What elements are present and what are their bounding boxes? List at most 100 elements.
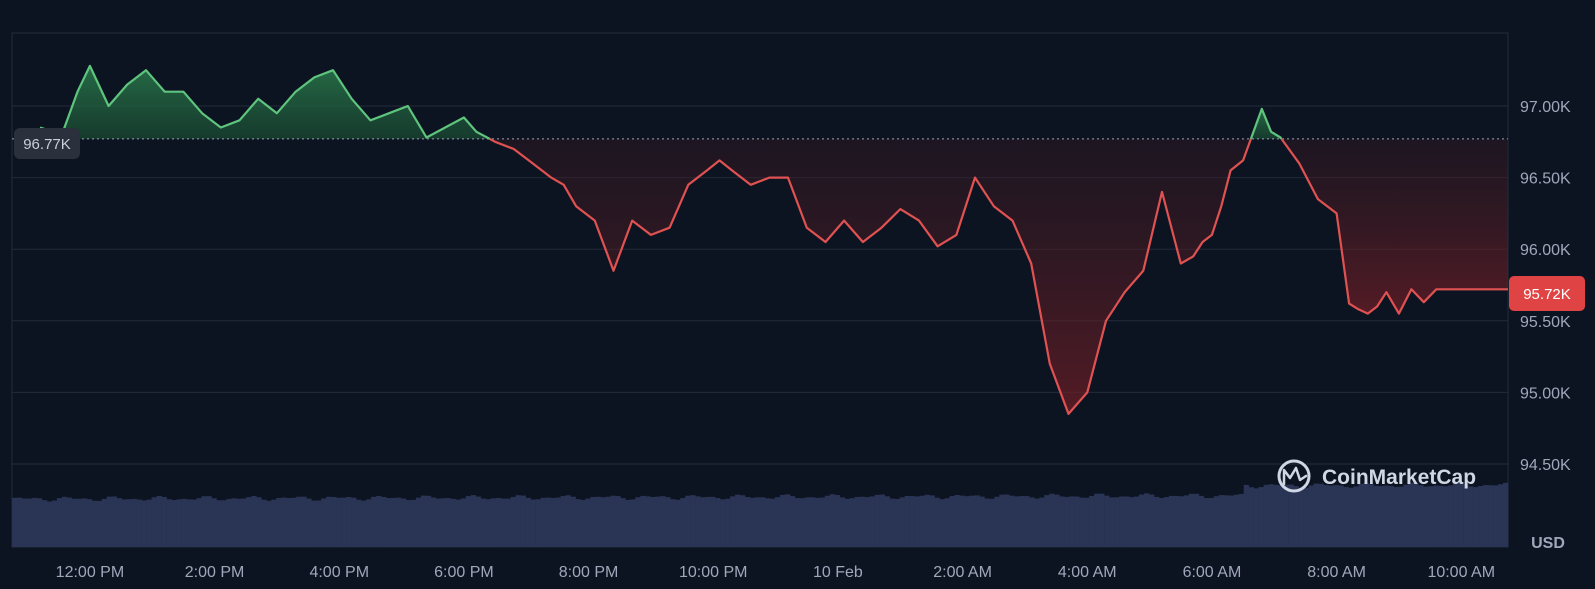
volume-bar (1069, 496, 1075, 547)
volume-bar (71, 498, 78, 547)
volume-bar (1143, 493, 1150, 547)
volume-bar (575, 499, 581, 547)
volume-bar (1238, 493, 1245, 547)
volume-bar (420, 495, 427, 547)
volume-bar (1054, 494, 1060, 547)
volume-bar (415, 497, 422, 547)
volume-bar (949, 496, 955, 547)
volume-bar (1283, 484, 1289, 547)
volume-bar (630, 499, 636, 547)
volume-bar (959, 495, 965, 547)
x-tick-label: 10:00 AM (1427, 564, 1495, 581)
volume-bar (1029, 497, 1035, 547)
volume-bar (1188, 493, 1195, 547)
volume-bar (525, 497, 531, 547)
volume-bar (550, 497, 556, 547)
volume-bar (41, 500, 48, 547)
volume-bar (321, 498, 327, 547)
volume-bar (291, 497, 297, 547)
volume-bar (735, 494, 741, 547)
volume-bar (181, 498, 187, 547)
volume-bar (650, 496, 656, 547)
volume-bar (1383, 485, 1389, 547)
volume-bar (1408, 482, 1414, 547)
volume-bar (1458, 482, 1464, 547)
volume-bar (1288, 484, 1294, 547)
volume-bar (475, 496, 482, 547)
volume-bar (1044, 495, 1050, 547)
volume-bar (186, 499, 192, 547)
volume-bar (655, 496, 661, 547)
volume-bar (131, 498, 137, 547)
volume-bar (645, 496, 651, 547)
volume-bar (251, 496, 257, 547)
volume-bar (271, 499, 277, 547)
volume-bar (565, 495, 571, 547)
volume-bar (96, 500, 103, 547)
volume-bar (1198, 495, 1205, 547)
volume-bar (769, 498, 776, 547)
volume-bar (395, 497, 402, 547)
volume-bar (874, 494, 880, 547)
volume-bar (685, 495, 691, 547)
volume-bar (670, 499, 676, 547)
volume-bar (690, 495, 696, 547)
y-tick-label: 95.50K (1520, 314, 1571, 331)
volume-bar (929, 495, 935, 547)
volume-bar (1343, 486, 1349, 547)
volume-bar (839, 497, 846, 547)
volume-bar (1183, 495, 1190, 547)
volume-bar (311, 500, 317, 547)
volume-bar (1423, 486, 1429, 547)
volume-bar (934, 497, 940, 547)
volume-bar (849, 498, 856, 547)
volume-bar (126, 499, 132, 547)
volume-bar (361, 500, 367, 547)
reference-badge-label: 96.77K (23, 136, 71, 153)
volume-bar (1163, 497, 1170, 547)
volume-bar (944, 498, 950, 547)
volume-bar (555, 497, 561, 547)
volume-bar (81, 498, 88, 547)
volume-bar (296, 496, 302, 547)
volume-bar (1129, 497, 1135, 547)
volume-bar (1064, 496, 1070, 547)
volume-bar (1193, 493, 1200, 547)
volume-bar (1228, 495, 1235, 547)
volume-bar (909, 496, 915, 547)
volume-bar (969, 495, 975, 547)
watermark-text: CoinMarketCap (1322, 466, 1476, 489)
volume-bar (700, 497, 706, 547)
volume-bar (1368, 484, 1374, 547)
volume-bar (301, 496, 307, 547)
volume-bar (705, 496, 711, 547)
volume-bar (894, 498, 900, 547)
x-tick-label: 10 Feb (813, 564, 863, 581)
volume-bar (1168, 495, 1175, 547)
volume-bar (730, 496, 736, 547)
volume-bar (869, 496, 875, 547)
volume-bar (755, 497, 761, 547)
volume-bar (465, 496, 472, 547)
volume-bar (1333, 485, 1339, 547)
volume-bar (111, 496, 118, 547)
volume-bar (121, 499, 127, 547)
volume-bar (954, 495, 960, 547)
volume-bar (1338, 485, 1344, 547)
volume-bar (261, 499, 267, 547)
volume-bar (899, 497, 905, 547)
volume-bar (346, 496, 352, 547)
volume-bar (725, 498, 731, 547)
volume-bar (1273, 484, 1279, 547)
y-tick-label: 96.50K (1520, 171, 1571, 188)
volume-bar (1278, 485, 1284, 547)
volume-bar (779, 494, 786, 547)
volume-bar (1388, 485, 1394, 547)
volume-bar (356, 499, 362, 547)
volume-bar (1213, 496, 1220, 547)
volume-bar (405, 500, 412, 547)
volume-bar (1114, 497, 1120, 547)
volume-bar (924, 494, 930, 547)
volume-bar (750, 497, 756, 547)
volume-bar (500, 498, 506, 547)
